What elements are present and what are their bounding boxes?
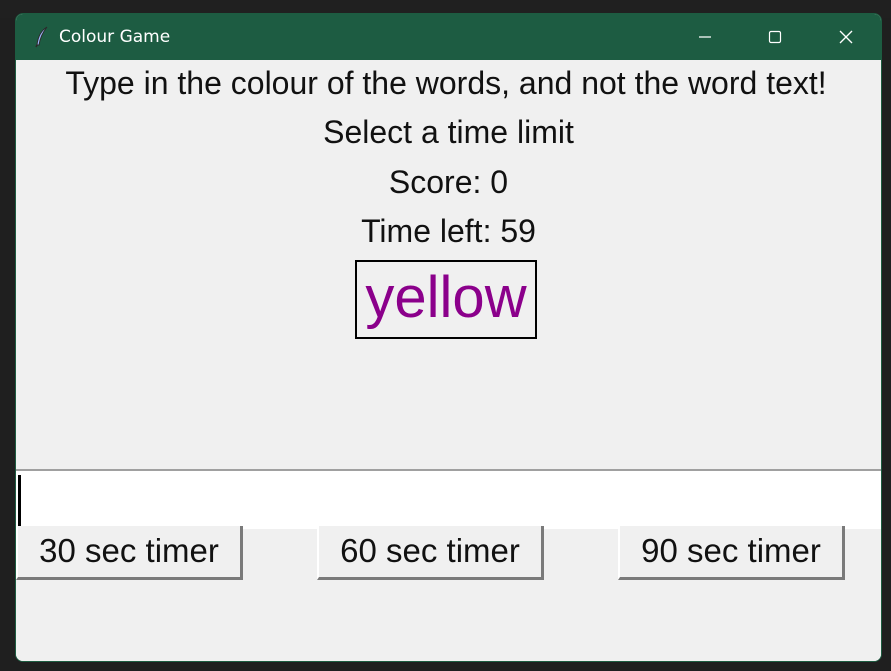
text-cursor <box>18 475 21 527</box>
colour-game-window: Colour Game Type in the colour of the wo… <box>15 13 882 662</box>
colour-word-box: yellow <box>355 260 537 339</box>
score-label: Score: 0 <box>388 164 509 200</box>
colour-word: yellow <box>365 264 527 330</box>
maximize-button[interactable] <box>740 14 810 60</box>
title-bar[interactable]: Colour Game <box>16 14 881 60</box>
maximize-icon <box>767 29 783 45</box>
timer-30-button[interactable]: 30 sec timer <box>16 526 243 580</box>
minimize-icon <box>697 29 713 45</box>
feather-icon <box>34 26 50 48</box>
game-panel: Type in the colour of the words, and not… <box>16 60 881 661</box>
answer-entry[interactable] <box>16 469 881 529</box>
time-limit-prompt: Select a time limit <box>323 114 574 150</box>
timer-60-button[interactable]: 60 sec timer <box>317 526 544 580</box>
close-icon <box>838 29 854 45</box>
instructions-label: Type in the colour of the words, and not… <box>65 65 827 101</box>
time-left-label: Time left: 59 <box>361 213 536 249</box>
timer-90-button[interactable]: 90 sec timer <box>618 526 845 580</box>
minimize-button[interactable] <box>670 14 740 60</box>
close-button[interactable] <box>811 14 881 60</box>
window-title: Colour Game <box>59 27 171 47</box>
